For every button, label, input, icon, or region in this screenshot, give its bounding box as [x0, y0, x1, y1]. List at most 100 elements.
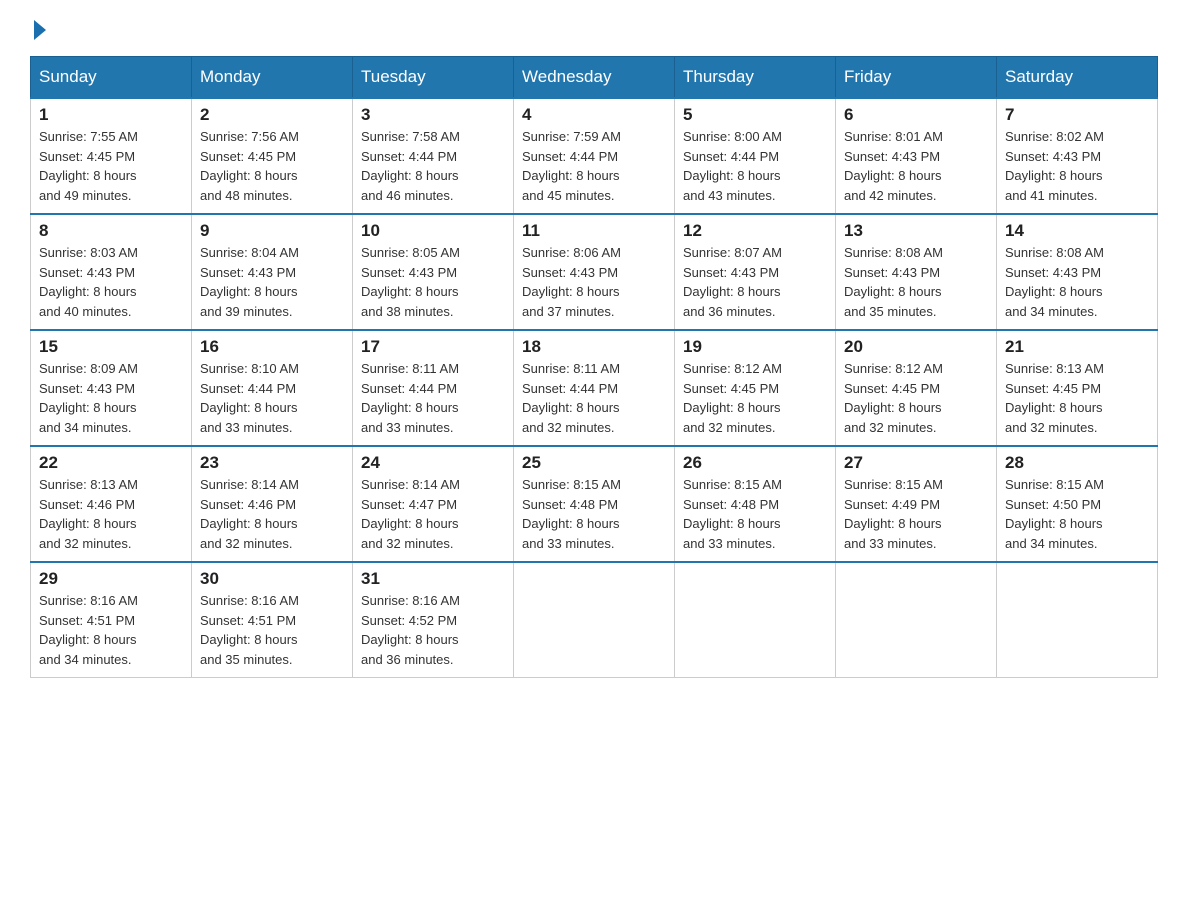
day-info: Sunrise: 8:15 AMSunset: 4:48 PMDaylight:…	[683, 475, 827, 553]
day-info: Sunrise: 8:14 AMSunset: 4:46 PMDaylight:…	[200, 475, 344, 553]
calendar-cell: 3Sunrise: 7:58 AMSunset: 4:44 PMDaylight…	[353, 98, 514, 214]
calendar-cell: 7Sunrise: 8:02 AMSunset: 4:43 PMDaylight…	[997, 98, 1158, 214]
day-number: 15	[39, 337, 183, 357]
day-number: 21	[1005, 337, 1149, 357]
calendar-cell: 17Sunrise: 8:11 AMSunset: 4:44 PMDayligh…	[353, 330, 514, 446]
calendar-cell: 30Sunrise: 8:16 AMSunset: 4:51 PMDayligh…	[192, 562, 353, 678]
day-number: 20	[844, 337, 988, 357]
day-info: Sunrise: 8:02 AMSunset: 4:43 PMDaylight:…	[1005, 127, 1149, 205]
day-info: Sunrise: 8:14 AMSunset: 4:47 PMDaylight:…	[361, 475, 505, 553]
day-info: Sunrise: 8:16 AMSunset: 4:52 PMDaylight:…	[361, 591, 505, 669]
calendar-cell: 13Sunrise: 8:08 AMSunset: 4:43 PMDayligh…	[836, 214, 997, 330]
calendar-cell: 18Sunrise: 8:11 AMSunset: 4:44 PMDayligh…	[514, 330, 675, 446]
calendar-cell: 19Sunrise: 8:12 AMSunset: 4:45 PMDayligh…	[675, 330, 836, 446]
logo	[30, 20, 46, 38]
calendar-cell	[836, 562, 997, 678]
calendar-cell: 15Sunrise: 8:09 AMSunset: 4:43 PMDayligh…	[31, 330, 192, 446]
col-header-sunday: Sunday	[31, 57, 192, 99]
calendar-cell: 10Sunrise: 8:05 AMSunset: 4:43 PMDayligh…	[353, 214, 514, 330]
day-info: Sunrise: 8:12 AMSunset: 4:45 PMDaylight:…	[844, 359, 988, 437]
day-number: 31	[361, 569, 505, 589]
calendar-cell: 2Sunrise: 7:56 AMSunset: 4:45 PMDaylight…	[192, 98, 353, 214]
day-number: 17	[361, 337, 505, 357]
day-number: 24	[361, 453, 505, 473]
day-info: Sunrise: 8:08 AMSunset: 4:43 PMDaylight:…	[844, 243, 988, 321]
day-info: Sunrise: 8:04 AMSunset: 4:43 PMDaylight:…	[200, 243, 344, 321]
day-number: 25	[522, 453, 666, 473]
day-number: 28	[1005, 453, 1149, 473]
day-number: 9	[200, 221, 344, 241]
calendar-cell: 8Sunrise: 8:03 AMSunset: 4:43 PMDaylight…	[31, 214, 192, 330]
day-number: 5	[683, 105, 827, 125]
col-header-friday: Friday	[836, 57, 997, 99]
day-info: Sunrise: 8:00 AMSunset: 4:44 PMDaylight:…	[683, 127, 827, 205]
col-header-tuesday: Tuesday	[353, 57, 514, 99]
day-number: 13	[844, 221, 988, 241]
day-info: Sunrise: 8:16 AMSunset: 4:51 PMDaylight:…	[200, 591, 344, 669]
calendar-cell: 21Sunrise: 8:13 AMSunset: 4:45 PMDayligh…	[997, 330, 1158, 446]
col-header-monday: Monday	[192, 57, 353, 99]
calendar-cell: 26Sunrise: 8:15 AMSunset: 4:48 PMDayligh…	[675, 446, 836, 562]
day-info: Sunrise: 8:15 AMSunset: 4:49 PMDaylight:…	[844, 475, 988, 553]
calendar-cell: 27Sunrise: 8:15 AMSunset: 4:49 PMDayligh…	[836, 446, 997, 562]
day-info: Sunrise: 7:58 AMSunset: 4:44 PMDaylight:…	[361, 127, 505, 205]
col-header-wednesday: Wednesday	[514, 57, 675, 99]
day-number: 4	[522, 105, 666, 125]
day-number: 19	[683, 337, 827, 357]
logo-general-text	[30, 20, 46, 42]
calendar-cell	[675, 562, 836, 678]
day-info: Sunrise: 7:55 AMSunset: 4:45 PMDaylight:…	[39, 127, 183, 205]
calendar-cell: 9Sunrise: 8:04 AMSunset: 4:43 PMDaylight…	[192, 214, 353, 330]
calendar-cell: 24Sunrise: 8:14 AMSunset: 4:47 PMDayligh…	[353, 446, 514, 562]
calendar-cell: 14Sunrise: 8:08 AMSunset: 4:43 PMDayligh…	[997, 214, 1158, 330]
col-header-thursday: Thursday	[675, 57, 836, 99]
day-number: 1	[39, 105, 183, 125]
day-number: 14	[1005, 221, 1149, 241]
calendar-cell: 1Sunrise: 7:55 AMSunset: 4:45 PMDaylight…	[31, 98, 192, 214]
day-info: Sunrise: 8:07 AMSunset: 4:43 PMDaylight:…	[683, 243, 827, 321]
day-number: 18	[522, 337, 666, 357]
day-info: Sunrise: 8:15 AMSunset: 4:50 PMDaylight:…	[1005, 475, 1149, 553]
day-info: Sunrise: 8:01 AMSunset: 4:43 PMDaylight:…	[844, 127, 988, 205]
calendar-cell: 16Sunrise: 8:10 AMSunset: 4:44 PMDayligh…	[192, 330, 353, 446]
calendar-cell: 25Sunrise: 8:15 AMSunset: 4:48 PMDayligh…	[514, 446, 675, 562]
calendar-cell: 29Sunrise: 8:16 AMSunset: 4:51 PMDayligh…	[31, 562, 192, 678]
day-info: Sunrise: 8:05 AMSunset: 4:43 PMDaylight:…	[361, 243, 505, 321]
calendar-header-row: SundayMondayTuesdayWednesdayThursdayFrid…	[31, 57, 1158, 99]
day-info: Sunrise: 8:13 AMSunset: 4:45 PMDaylight:…	[1005, 359, 1149, 437]
calendar-cell: 22Sunrise: 8:13 AMSunset: 4:46 PMDayligh…	[31, 446, 192, 562]
day-info: Sunrise: 8:11 AMSunset: 4:44 PMDaylight:…	[361, 359, 505, 437]
day-info: Sunrise: 8:11 AMSunset: 4:44 PMDaylight:…	[522, 359, 666, 437]
day-number: 26	[683, 453, 827, 473]
day-info: Sunrise: 8:03 AMSunset: 4:43 PMDaylight:…	[39, 243, 183, 321]
calendar-cell: 31Sunrise: 8:16 AMSunset: 4:52 PMDayligh…	[353, 562, 514, 678]
calendar-cell: 28Sunrise: 8:15 AMSunset: 4:50 PMDayligh…	[997, 446, 1158, 562]
day-info: Sunrise: 8:09 AMSunset: 4:43 PMDaylight:…	[39, 359, 183, 437]
calendar-cell: 5Sunrise: 8:00 AMSunset: 4:44 PMDaylight…	[675, 98, 836, 214]
calendar-week-row: 22Sunrise: 8:13 AMSunset: 4:46 PMDayligh…	[31, 446, 1158, 562]
day-number: 6	[844, 105, 988, 125]
day-number: 2	[200, 105, 344, 125]
day-info: Sunrise: 8:10 AMSunset: 4:44 PMDaylight:…	[200, 359, 344, 437]
day-info: Sunrise: 8:16 AMSunset: 4:51 PMDaylight:…	[39, 591, 183, 669]
calendar-cell: 20Sunrise: 8:12 AMSunset: 4:45 PMDayligh…	[836, 330, 997, 446]
calendar-cell	[514, 562, 675, 678]
day-number: 3	[361, 105, 505, 125]
calendar-table: SundayMondayTuesdayWednesdayThursdayFrid…	[30, 56, 1158, 678]
header	[30, 20, 1158, 38]
logo-arrow-icon	[34, 20, 46, 40]
day-info: Sunrise: 8:12 AMSunset: 4:45 PMDaylight:…	[683, 359, 827, 437]
calendar-cell: 6Sunrise: 8:01 AMSunset: 4:43 PMDaylight…	[836, 98, 997, 214]
calendar-week-row: 15Sunrise: 8:09 AMSunset: 4:43 PMDayligh…	[31, 330, 1158, 446]
day-number: 16	[200, 337, 344, 357]
calendar-cell	[997, 562, 1158, 678]
day-number: 29	[39, 569, 183, 589]
day-number: 11	[522, 221, 666, 241]
day-number: 30	[200, 569, 344, 589]
day-number: 22	[39, 453, 183, 473]
calendar-cell: 4Sunrise: 7:59 AMSunset: 4:44 PMDaylight…	[514, 98, 675, 214]
day-number: 12	[683, 221, 827, 241]
day-number: 7	[1005, 105, 1149, 125]
day-number: 10	[361, 221, 505, 241]
col-header-saturday: Saturday	[997, 57, 1158, 99]
